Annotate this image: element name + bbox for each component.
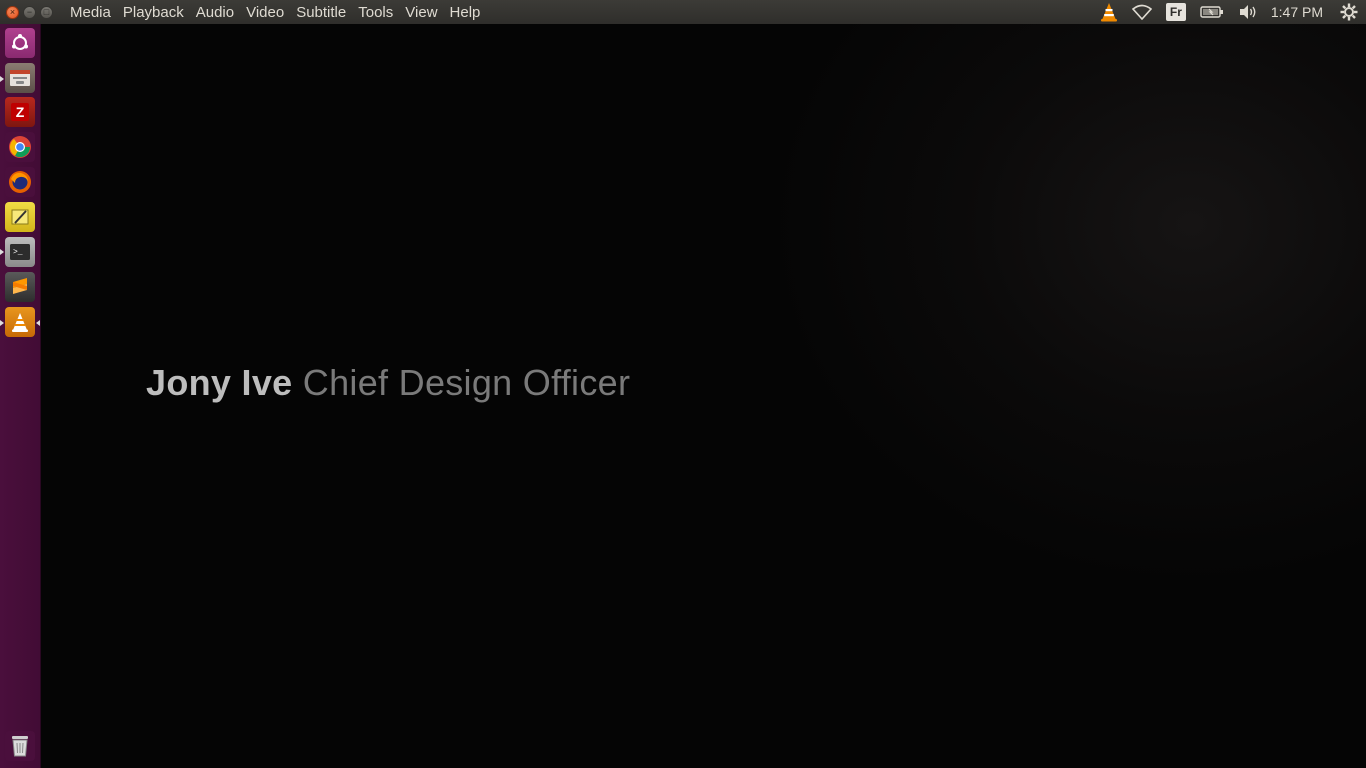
unity-launcher: Z >_ [0,24,41,768]
window-controls: × − □ [6,5,64,19]
svg-text:>_: >_ [13,248,23,257]
running-indicator [0,320,4,326]
maximize-window-button[interactable]: □ [40,5,53,19]
sublime-text-icon[interactable] [5,272,35,302]
minimize-window-button[interactable]: − [23,5,36,19]
video-canvas[interactable]: Jony Ive Chief Design Officer [41,24,1366,768]
top-panel: × − □ Media Playback Audio Video Subtitl… [0,0,1366,24]
keyboard-layout-indicator[interactable]: Fr [1165,0,1186,24]
vlc-tray-icon[interactable] [1100,0,1118,24]
menu-bar: Media Playback Audio Video Subtitle Tool… [64,4,486,21]
files-icon[interactable] [5,63,35,93]
running-indicator [0,249,4,255]
firefox-icon[interactable] [5,167,35,197]
menu-media[interactable]: Media [64,4,117,21]
caption-name: Jony Ive [146,362,293,403]
gear-icon[interactable] [1340,0,1358,24]
menu-audio[interactable]: Audio [190,4,240,21]
clock[interactable]: 1:47 PM [1271,0,1323,24]
running-indicator [0,76,4,82]
ubuntu-dash-icon[interactable] [5,28,35,58]
vlc-launcher-icon[interactable] [5,307,35,337]
close-window-button[interactable]: × [6,5,19,19]
minimize-icon: − [26,6,33,17]
menu-view[interactable]: View [399,4,443,21]
svg-text:Z: Z [16,104,25,120]
maximize-icon: □ [43,6,50,17]
active-indicator [36,320,40,326]
chrome-icon[interactable] [5,132,35,162]
menu-tools[interactable]: Tools [352,4,399,21]
menu-subtitle[interactable]: Subtitle [290,4,352,21]
close-icon: × [9,6,16,17]
text-editor-icon[interactable] [5,202,35,232]
menu-playback[interactable]: Playback [117,4,190,21]
keyboard-layout-label: Fr [1165,3,1186,21]
terminal-icon[interactable]: >_ [5,237,35,267]
volume-icon[interactable] [1238,0,1258,24]
wifi-icon[interactable] [1131,0,1152,24]
filezilla-icon[interactable]: Z [5,97,35,127]
lower-third-caption: Jony Ive Chief Design Officer [146,362,630,404]
battery-icon[interactable] [1200,0,1224,24]
indicator-area: Fr 1:47 PM [1093,0,1366,24]
menu-help[interactable]: Help [444,4,487,21]
menu-video[interactable]: Video [240,4,290,21]
caption-role: Chief Design Officer [302,362,631,403]
trash-icon[interactable] [5,731,35,761]
